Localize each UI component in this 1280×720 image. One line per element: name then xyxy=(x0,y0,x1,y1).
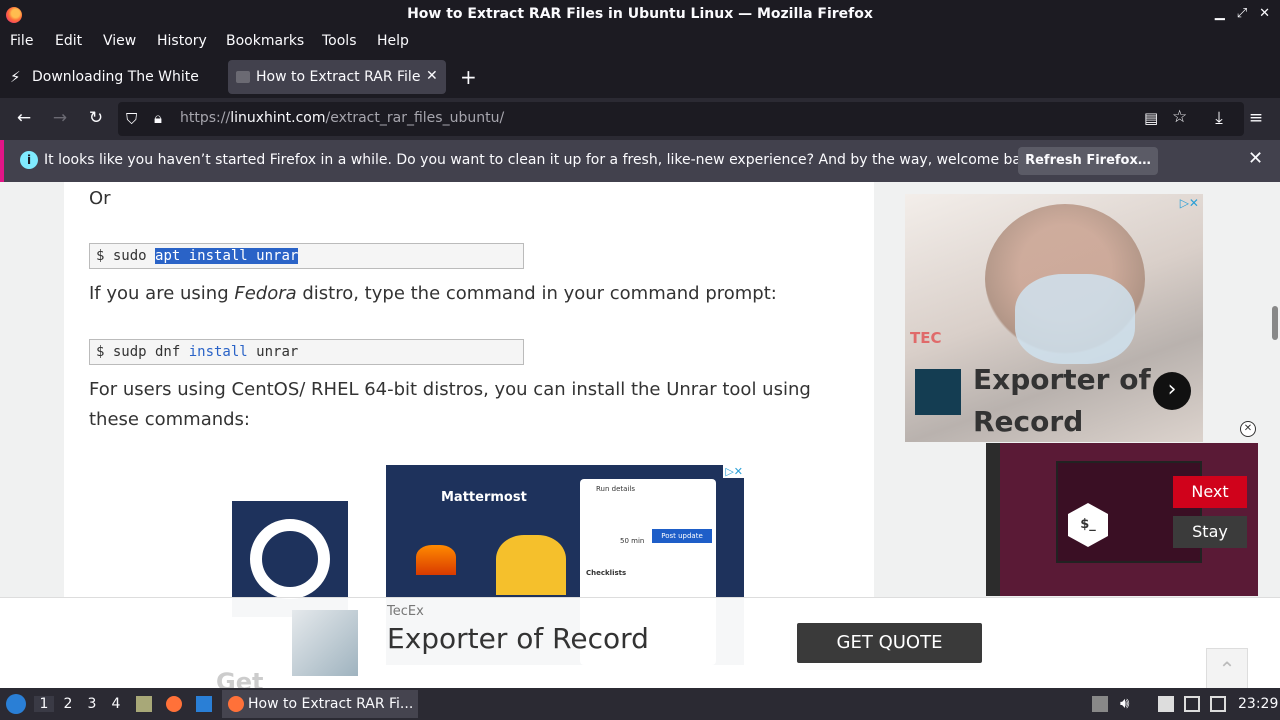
scroll-to-top-icon[interactable]: ⌃ xyxy=(1206,648,1248,688)
display-icon[interactable] xyxy=(1184,696,1200,712)
shell-logo-icon: $_ xyxy=(1068,503,1108,547)
tab-strip: ⚡ Downloading The White How to Extract R… xyxy=(0,58,1280,96)
ad-next-arrow-button[interactable]: › xyxy=(1153,372,1191,410)
menu-help[interactable]: Help xyxy=(377,33,409,49)
firefox-launcher-icon[interactable] xyxy=(166,696,182,712)
bookmark-star-icon[interactable]: ☆ xyxy=(1172,107,1187,127)
menu-bookmarks[interactable]: Bookmarks xyxy=(226,33,304,49)
ad-watermark: TEC xyxy=(910,329,942,347)
lightning-icon: ⚡ xyxy=(10,68,21,86)
menu-view[interactable]: View xyxy=(103,33,136,49)
sidebar-advertisement[interactable]: TEC Exporter of Record › ▷✕ xyxy=(905,194,1203,442)
menu-tools[interactable]: Tools xyxy=(322,33,357,49)
workspace-2[interactable]: 2 xyxy=(58,696,78,712)
close-notification-icon[interactable]: ✕ xyxy=(1248,148,1263,169)
ad-brand: Mattermost xyxy=(441,490,527,505)
url-text[interactable]: https://linuxhint.com/extract_rar_files_… xyxy=(180,110,504,126)
url-bar[interactable]: ⛉ 🔒︎ https://linuxhint.com/extract_rar_f… xyxy=(118,102,1244,136)
window-title: How to Extract RAR Files in Ubuntu Linux… xyxy=(407,6,873,22)
video-player[interactable]: $_ Next Stay xyxy=(986,443,1258,596)
tecex-logo-icon xyxy=(292,610,358,676)
network-icon[interactable] xyxy=(1210,696,1226,712)
ad-headline: Exporter of Record xyxy=(973,363,1151,438)
reload-icon[interactable]: ↻ xyxy=(84,108,108,128)
firefox-task-icon xyxy=(228,696,244,712)
start-menu-icon[interactable] xyxy=(6,694,26,714)
tab-label: How to Extract RAR Files xyxy=(256,69,420,85)
video-stay-button[interactable]: Stay xyxy=(1173,516,1247,548)
ghost-text: Get xyxy=(216,668,264,688)
info-icon: i xyxy=(20,151,38,169)
paragraph-centos: For users using CentOS/ RHEL 64-bit dist… xyxy=(89,379,811,430)
tecex-logo-icon xyxy=(915,369,961,415)
workspace-3[interactable]: 3 xyxy=(82,696,102,712)
workspace-1[interactable]: 1 xyxy=(34,696,54,712)
paragraph-fedora: If you are using Fedora distro, type the… xyxy=(89,283,777,304)
workspace-4[interactable]: 4 xyxy=(106,696,126,712)
downloads-icon[interactable]: ⤓ xyxy=(1207,108,1231,128)
ad-headline: Exporter of Record xyxy=(387,622,649,655)
taskbar: 1 2 3 4 How to Extract RAR Fi... 🔊︎ 23:2… xyxy=(0,688,1280,720)
back-arrow-icon[interactable]: ← xyxy=(12,108,36,128)
close-tab-icon[interactable]: ✕ xyxy=(426,68,438,84)
maximize-button[interactable]: ⤢ xyxy=(1237,6,1247,21)
close-window-button[interactable]: ✕ xyxy=(1259,6,1270,21)
video-dock xyxy=(986,443,1000,596)
notification-bar: i It looks like you haven’t started Fire… xyxy=(0,140,1280,182)
page-scrollbar[interactable] xyxy=(1270,182,1280,688)
terminal-launcher-icon[interactable] xyxy=(196,696,212,712)
menu-bar: File Edit View History Bookmarks Tools H… xyxy=(0,30,1280,54)
get-quote-button[interactable]: GET QUOTE xyxy=(797,623,982,663)
notification-message: It looks like you haven’t started Firefo… xyxy=(44,152,1043,168)
new-tab-button[interactable]: + xyxy=(460,65,477,89)
menu-history[interactable]: History xyxy=(157,33,207,49)
reader-view-icon[interactable]: ▤ xyxy=(1144,109,1158,127)
forward-arrow-icon[interactable]: → xyxy=(48,108,72,128)
ad-advertiser: TecEx xyxy=(387,604,424,619)
clipboard-icon[interactable] xyxy=(1158,696,1174,712)
volume-icon[interactable]: 🔊︎ xyxy=(1120,694,1129,712)
ad-card-button: Post update xyxy=(652,529,712,543)
tab-downloading[interactable]: ⚡ Downloading The White xyxy=(4,60,224,94)
page-content: Or $ sudo apt install unrar If you are u… xyxy=(0,182,1280,688)
tray-updates-icon[interactable] xyxy=(1092,696,1108,712)
shield-icon[interactable]: ⛉ xyxy=(126,110,137,128)
tab-extract-rar[interactable]: How to Extract RAR Files ✕ xyxy=(228,60,446,94)
lock-icon[interactable]: 🔒︎ xyxy=(154,109,162,127)
hamburger-menu-icon[interactable]: ≡ xyxy=(1244,108,1268,128)
ad-choices-icon[interactable]: ▷✕ xyxy=(1180,196,1199,210)
window-titlebar: How to Extract RAR Files in Ubuntu Linux… xyxy=(0,0,1280,30)
person-illustration-icon xyxy=(496,535,566,595)
minimize-button[interactable]: ▁ xyxy=(1215,6,1225,21)
close-video-icon[interactable]: ✕ xyxy=(1240,421,1256,437)
paragraph-or: Or xyxy=(89,188,111,209)
site-favicon-icon xyxy=(236,71,250,83)
menu-edit[interactable]: Edit xyxy=(55,33,82,49)
taskbar-firefox-window[interactable]: How to Extract RAR Fi... xyxy=(222,690,418,718)
navigation-bar: ← → ↻ ⛉ 🔒︎ https://linuxhint.com/extract… xyxy=(0,98,1280,140)
menu-file[interactable]: File xyxy=(10,33,33,49)
clock: 23:29 xyxy=(1238,696,1279,712)
code-block-dnf[interactable]: $ sudp dnf install unrar xyxy=(89,339,524,365)
file-manager-icon[interactable] xyxy=(136,696,152,712)
fire-illustration-icon xyxy=(416,545,456,575)
bottom-advertisement[interactable]: Get TecEx Exporter of Record GET QUOTE ⌃ xyxy=(0,597,1280,688)
pipette-image xyxy=(1015,274,1135,364)
ad-choices-icon[interactable]: ▷✕ xyxy=(723,465,745,478)
tab-label: Downloading The White xyxy=(32,69,199,85)
code-block-apt[interactable]: $ sudo apt install unrar xyxy=(89,243,524,269)
video-next-button[interactable]: Next xyxy=(1173,476,1247,508)
selected-text: apt install unrar xyxy=(155,248,299,264)
refresh-firefox-button[interactable]: Refresh Firefox… xyxy=(1018,147,1158,175)
